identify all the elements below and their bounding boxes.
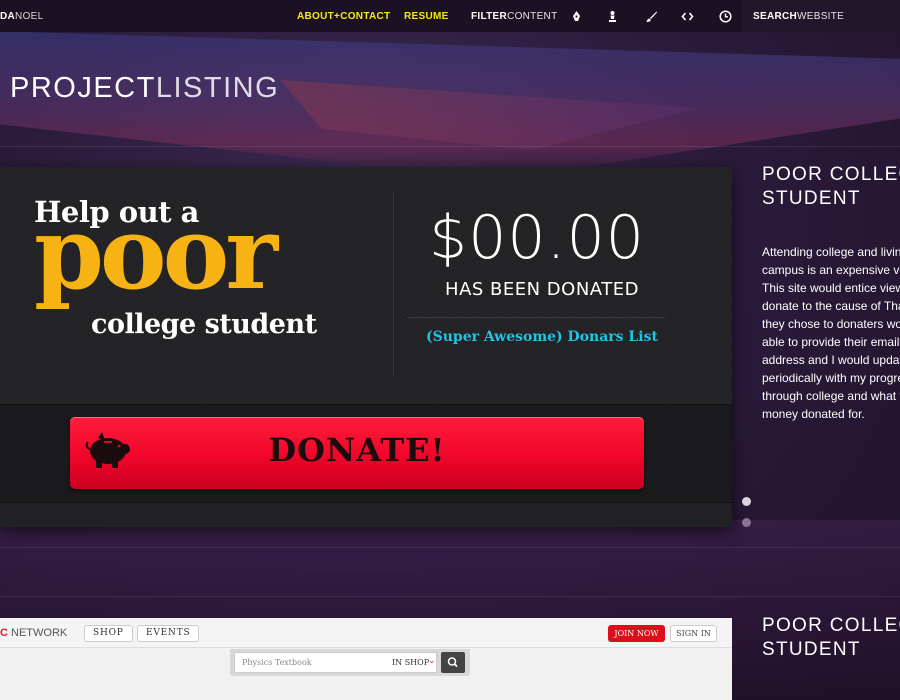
clock-icon[interactable] [719,10,732,23]
project-card-network: C NETWORK SHOP EVENTS JOIN NOW SIGN IN P… [0,618,732,700]
donate-button-label: DONATE! [268,431,446,469]
donation-caption: HAS BEEN DONATED [445,279,639,300]
top-navigation-bar: DANOEL ABOUT+CONTACT RESUME FILTERCONTEN… [0,0,900,32]
search-scope-select[interactable]: IN SHOP [392,658,429,667]
join-now-button[interactable]: JOIN NOW [608,625,665,642]
nav-about-contact-link[interactable]: ABOUT+CONTACT [297,11,390,22]
donation-amount: $00.00 [429,203,645,273]
slide-dot-active[interactable] [742,497,751,506]
code-icon[interactable] [681,10,694,23]
pen-icon[interactable] [570,10,583,23]
card-footer-bar [0,502,732,527]
headline-college-student: college student [91,309,317,340]
search-button[interactable] [441,652,465,673]
nav-resume-link[interactable]: RESUME [404,11,449,22]
search-website-label[interactable]: SEARCHWEBSITE [753,11,844,22]
network-search-bar: Physics Textbook IN SHOP ⌄ [230,649,470,676]
search-placeholder: Physics Textbook [242,658,312,667]
search-icon [447,657,458,668]
chess-pawn-icon[interactable] [606,10,619,23]
network-search-input[interactable]: Physics Textbook IN SHOP ⌄ [234,652,437,673]
filter-content-label: FILTERCONTENT [471,11,558,22]
donars-list-link[interactable]: (Super Awesome) Donars List [426,329,658,345]
network-header: C NETWORK SHOP EVENTS JOIN NOW SIGN IN [0,618,732,648]
donate-button[interactable]: DONATE! [70,417,644,489]
site-logo[interactable]: DANOEL [0,11,43,22]
network-tab-shop[interactable]: SHOP [84,625,133,642]
project-title[interactable]: POOR COLLEGE STUDENT [762,163,900,211]
banner-divider [393,191,394,377]
network-logo[interactable]: C NETWORK [0,627,67,639]
network-tab-events[interactable]: EVENTS [137,625,200,642]
amount-divider [407,317,665,318]
chevron-down-icon: ⌄ [428,656,436,666]
project-preview-banner: Help out a poor college student $00.00 H… [0,167,732,404]
slide-dot[interactable] [742,518,751,527]
page-title: PROJECTLISTING [10,72,280,104]
project-description: Attending college and living on campus i… [762,245,900,421]
brush-icon[interactable] [645,10,658,23]
project-title-2[interactable]: POOR COLLEGE STUDENT [762,614,900,662]
sign-in-button[interactable]: SIGN IN [670,625,717,642]
project-card-poor-college-student: Help out a poor college student $00.00 H… [0,167,732,527]
headline-poor: poor [34,194,278,312]
